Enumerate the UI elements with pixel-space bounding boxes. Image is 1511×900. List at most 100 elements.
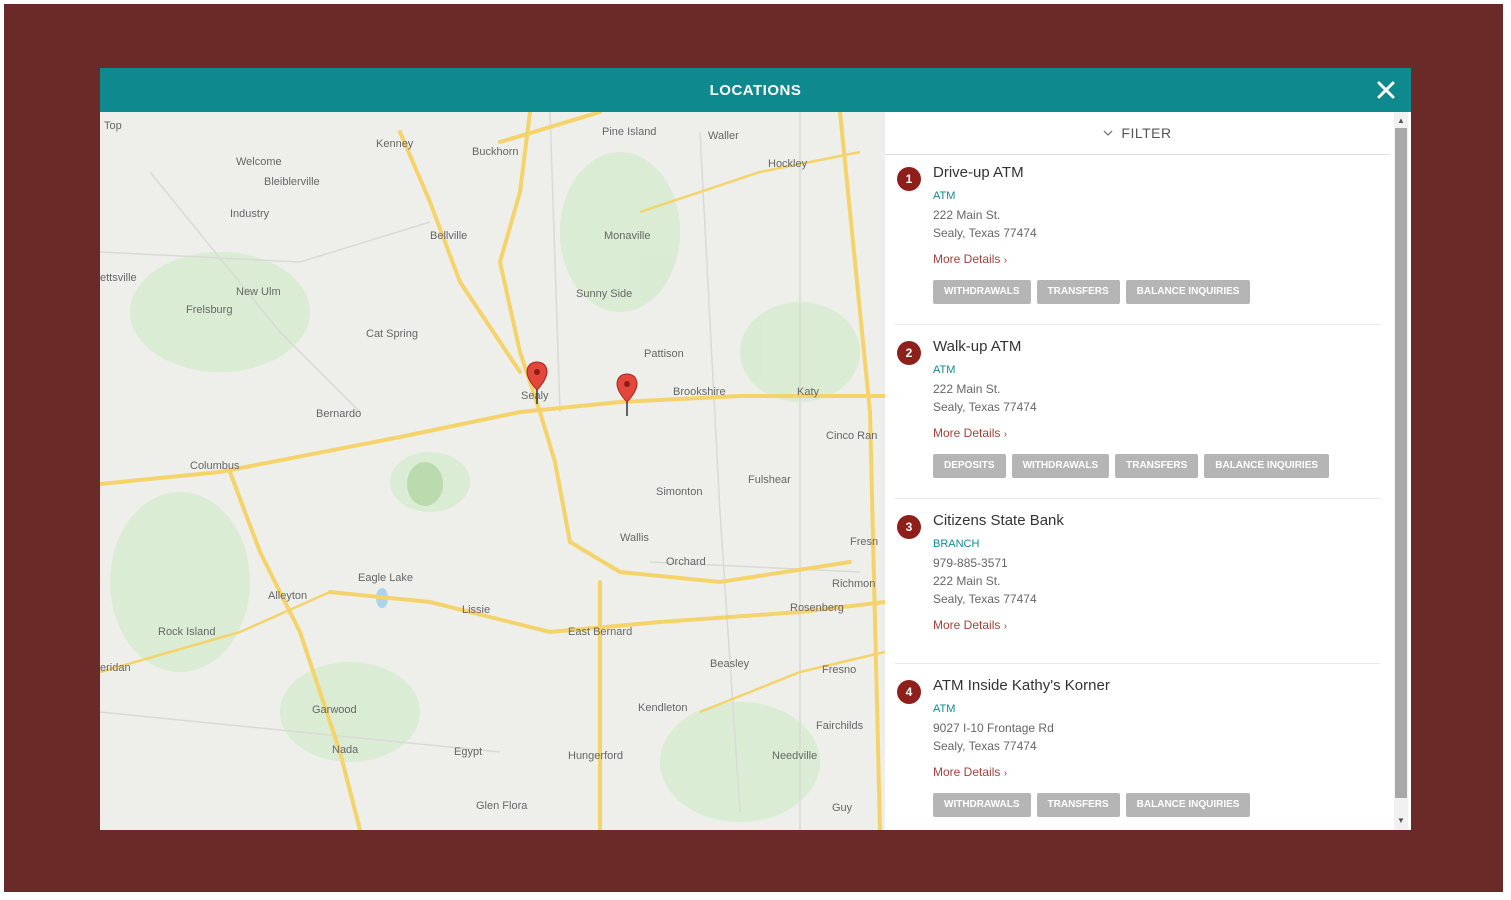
- location-number-badge: 4: [897, 680, 921, 704]
- map-place-label: Egypt: [454, 746, 483, 758]
- services-list: DEPOSITS WITHDRAWALS TRANSFERS BALANCE INQU…: [933, 454, 1330, 478]
- scrollbar[interactable]: ▲ ▼: [1394, 112, 1408, 830]
- services-list: WITHDRAWALS TRANSFERS BALANCE INQUIRIES: [933, 793, 1251, 817]
- location-detail-line: Sealy, Texas 77474: [933, 400, 1037, 414]
- map-place-label: Pattison: [644, 348, 684, 360]
- map-place-label: Richmon: [832, 578, 876, 590]
- map-place-label: Rock Island: [158, 626, 216, 638]
- locations-panel: FILTER 1 Drive-up ATM ATM 222 Main St. Sealy…: [885, 112, 1411, 830]
- location-detail-line: 222 Main St.: [933, 208, 1001, 222]
- map-place-label: Columbus: [190, 460, 240, 472]
- map-place-label: Eagle Lake: [358, 572, 414, 584]
- more-details-link[interactable]: More Details ›: [933, 765, 1007, 779]
- scroll-thumb[interactable]: [1395, 128, 1407, 798]
- service-chip: WITHDRAWALS: [1011, 454, 1110, 478]
- location-type: ATM: [933, 190, 956, 202]
- map-place-label: Katy: [797, 386, 820, 398]
- filter-label: FILTER: [1121, 125, 1172, 141]
- map-place-label: New Ulm: [236, 286, 281, 298]
- location-detail-line: 979-885-3571: [933, 556, 1008, 570]
- map-place-label: Fairchilds: [816, 720, 864, 732]
- map-place-label: Hungerford: [568, 750, 624, 762]
- location-type: BRANCH: [933, 538, 980, 550]
- location-detail-line: 222 Main St.: [933, 574, 1001, 588]
- map-place-label: Kendleton: [638, 702, 688, 714]
- map-place-label: Lissie: [462, 604, 491, 616]
- more-details-label: More Details: [933, 252, 1001, 266]
- scroll-down-icon[interactable]: ▼: [1394, 814, 1408, 828]
- close-icon: [1377, 81, 1395, 99]
- map-place-label: Needville: [772, 750, 818, 762]
- location-type: ATM: [933, 703, 956, 715]
- more-details-label: More Details: [933, 426, 1001, 440]
- location-detail-line: 9027 I-10 Frontage Rd: [933, 721, 1054, 735]
- scroll-up-icon[interactable]: ▲: [1394, 114, 1408, 128]
- service-chip: WITHDRAWALS: [933, 280, 1031, 304]
- more-details-link[interactable]: More Details ›: [933, 252, 1007, 266]
- services-list: WITHDRAWALS TRANSFERS BALANCE INQUIRIES: [933, 280, 1251, 304]
- more-details-link[interactable]: More Details ›: [933, 618, 1007, 632]
- map-place-label: Fresn: [850, 536, 879, 548]
- map-place-label: Industry: [230, 208, 270, 220]
- location-number-badge: 2: [897, 341, 921, 365]
- map-place-label: Hockley: [768, 158, 808, 170]
- chevron-right-icon: ›: [1003, 429, 1008, 440]
- map-place-label: Cinco Ran: [826, 430, 878, 442]
- modal-title: LOCATIONS: [709, 81, 802, 99]
- map-place-label: Nada: [332, 744, 359, 756]
- location-detail-line: Sealy, Texas 77474: [933, 592, 1037, 606]
- map-place-label: Alleyton: [268, 590, 308, 602]
- map-place-label: Glen Flora: [476, 800, 528, 812]
- chevron-right-icon: ›: [1003, 255, 1008, 266]
- map-place-label: Simonton: [656, 486, 703, 498]
- location-type: ATM: [933, 364, 956, 376]
- service-chip: BALANCE INQUIRIES: [1204, 454, 1330, 478]
- divider: [895, 498, 1380, 499]
- map-place-label: Kenney: [376, 138, 414, 150]
- map-place-label: Pine Island: [602, 126, 657, 138]
- more-details-link[interactable]: More Details ›: [933, 426, 1007, 440]
- locations-modal: LOCATIONS Top Kenney Buckhorn Pine Islan…: [100, 68, 1411, 830]
- map-place-label: Monaville: [604, 230, 651, 242]
- map-place-label: East Bernard: [568, 626, 633, 638]
- chevron-right-icon: ›: [1003, 768, 1008, 779]
- close-button[interactable]: [1373, 77, 1399, 103]
- map-place-label: Wallis: [620, 532, 649, 544]
- divider: [895, 324, 1380, 325]
- map-place-label: Fulshear: [748, 474, 791, 486]
- service-chip: WITHDRAWALS: [933, 793, 1031, 817]
- location-detail-line: Sealy, Texas 77474: [933, 226, 1037, 240]
- location-name: Drive-up ATM: [933, 164, 1024, 181]
- map-place-label: Buckhorn: [472, 146, 519, 158]
- chevron-right-icon: ›: [1003, 621, 1008, 632]
- location-detail-line: 222 Main St.: [933, 382, 1001, 396]
- service-chip: DEPOSITS: [933, 454, 1006, 478]
- map-place-label: Beasley: [710, 658, 750, 670]
- location-name: Citizens State Bank: [933, 512, 1064, 529]
- more-details-label: More Details: [933, 765, 1001, 779]
- map-place-label: Brookshire: [673, 386, 726, 398]
- map-pin-icon[interactable]: [526, 360, 548, 406]
- map-place-label: Waller: [708, 130, 739, 142]
- service-chip: TRANSFERS: [1115, 454, 1199, 478]
- map-place-label: Bernardo: [316, 408, 362, 420]
- location-name: Walk-up ATM: [933, 338, 1022, 355]
- map-place-label: Orchard: [666, 556, 706, 568]
- map-place-label: Garwood: [312, 704, 357, 716]
- map-place-label: Sunny Side: [576, 288, 633, 300]
- service-chip: TRANSFERS: [1036, 280, 1120, 304]
- divider: [895, 663, 1380, 664]
- map-pin-icon[interactable]: [616, 372, 638, 418]
- modal-header: LOCATIONS: [100, 68, 1411, 112]
- filter-toggle[interactable]: FILTER: [885, 112, 1390, 155]
- service-chip: BALANCE INQUIRIES: [1125, 280, 1251, 304]
- location-name: ATM Inside Kathy's Korner: [933, 677, 1110, 694]
- map[interactable]: Top Kenney Buckhorn Pine Island Waller Welcom…: [100, 112, 885, 830]
- location-number-badge: 3: [897, 515, 921, 539]
- map-place-label: Welcome: [236, 156, 282, 168]
- map-place-label: Frelsburg: [186, 304, 233, 316]
- map-place-label: ettsville: [100, 272, 137, 284]
- map-place-label: Top: [104, 120, 122, 132]
- location-number-badge: 1: [897, 167, 921, 191]
- map-place-label: Bellville: [430, 230, 468, 242]
